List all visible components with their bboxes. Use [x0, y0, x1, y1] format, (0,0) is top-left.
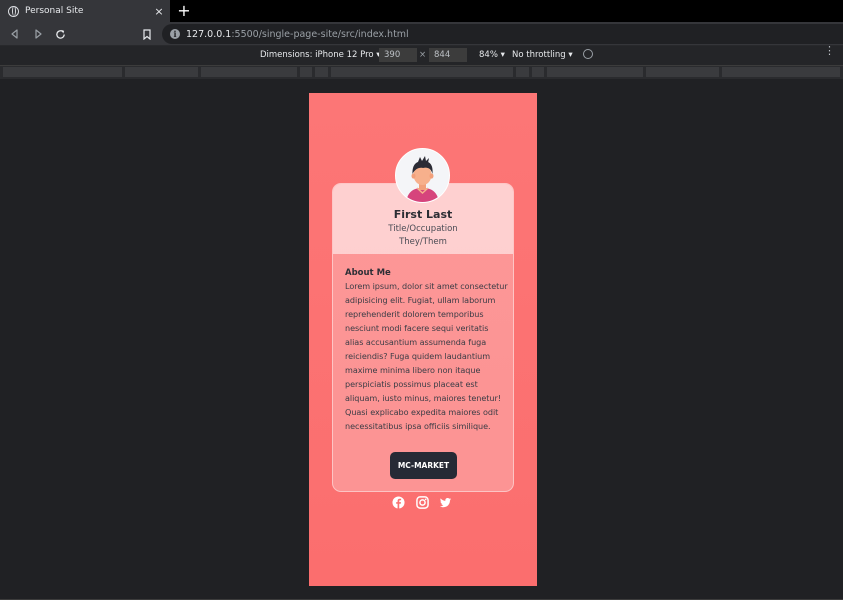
browser-toolbar: i 127.0.0.1:5500/single-page-site/src/in… [0, 22, 843, 46]
tab-close-button[interactable]: × [152, 5, 166, 18]
social-links [392, 496, 452, 510]
dimensions-dropdown[interactable]: Dimensions: iPhone 12 Pro ▾ [260, 50, 381, 60]
throttling-dropdown[interactable]: No throttling ▾ [512, 50, 573, 60]
media-query-segment[interactable] [300, 67, 312, 77]
media-query-segment[interactable] [532, 67, 544, 77]
bookmark-button[interactable] [139, 26, 155, 42]
url-text: 127.0.0.1:5500/single-page-site/src/inde… [186, 28, 409, 40]
media-query-segment[interactable] [331, 67, 513, 77]
device-toolbar: Dimensions: iPhone 12 Pro ▾ 390 × 844 84… [0, 45, 843, 66]
media-query-segment[interactable] [722, 67, 840, 77]
forward-button[interactable] [30, 26, 46, 42]
about-text: Lorem ipsum, dolor sit amet consectetur … [345, 281, 508, 431]
instagram-icon[interactable] [415, 496, 429, 509]
reload-button[interactable] [52, 26, 68, 42]
media-query-segment[interactable] [516, 67, 529, 77]
forward-icon [35, 29, 42, 39]
profile-title: Title/Occupation [388, 224, 458, 234]
emulated-page: First Last Title/Occupation They/Them Ab… [309, 93, 537, 586]
about-heading: About Me [345, 268, 391, 278]
avatar [395, 148, 450, 203]
browser-tab[interactable]: Personal Site × [0, 0, 170, 22]
height-input[interactable]: 844 [429, 48, 467, 62]
back-button[interactable] [7, 26, 23, 42]
more-options-icon[interactable]: ⋮ [824, 45, 835, 56]
media-query-segment[interactable] [201, 67, 297, 77]
tab-title: Personal Site [25, 6, 84, 16]
twitter-icon[interactable] [439, 496, 452, 509]
width-input[interactable]: 390 [379, 48, 417, 62]
dimension-separator: × [419, 50, 427, 60]
profile-name: First Last [393, 208, 453, 221]
address-bar[interactable]: i 127.0.0.1:5500/single-page-site/src/in… [162, 24, 843, 44]
avatar-image [406, 156, 439, 202]
bookmark-icon [143, 28, 151, 40]
media-query-bar[interactable] [0, 66, 843, 79]
back-icon [11, 29, 18, 39]
zoom-dropdown[interactable]: 84% ▾ [479, 50, 505, 60]
profile-pronouns: They/Them [399, 237, 447, 247]
rotate-icon[interactable] [583, 49, 593, 59]
media-query-segment[interactable] [646, 67, 719, 77]
profile-card: First Last Title/Occupation They/Them Ab… [332, 183, 514, 492]
facebook-icon[interactable] [392, 496, 405, 509]
media-query-segment[interactable] [3, 67, 122, 77]
media-query-segment[interactable] [315, 67, 328, 77]
globe-icon [8, 5, 19, 17]
media-query-segment[interactable] [547, 67, 643, 77]
viewport: First Last Title/Occupation They/Them Ab… [0, 79, 843, 600]
info-icon[interactable]: i [170, 29, 180, 39]
mc-market-button[interactable]: MC-MARKET [390, 452, 457, 479]
reload-icon [55, 29, 65, 39]
media-query-segment[interactable] [125, 67, 198, 77]
new-tab-button[interactable]: + [176, 1, 192, 21]
tab-strip: Personal Site × + [0, 0, 843, 22]
